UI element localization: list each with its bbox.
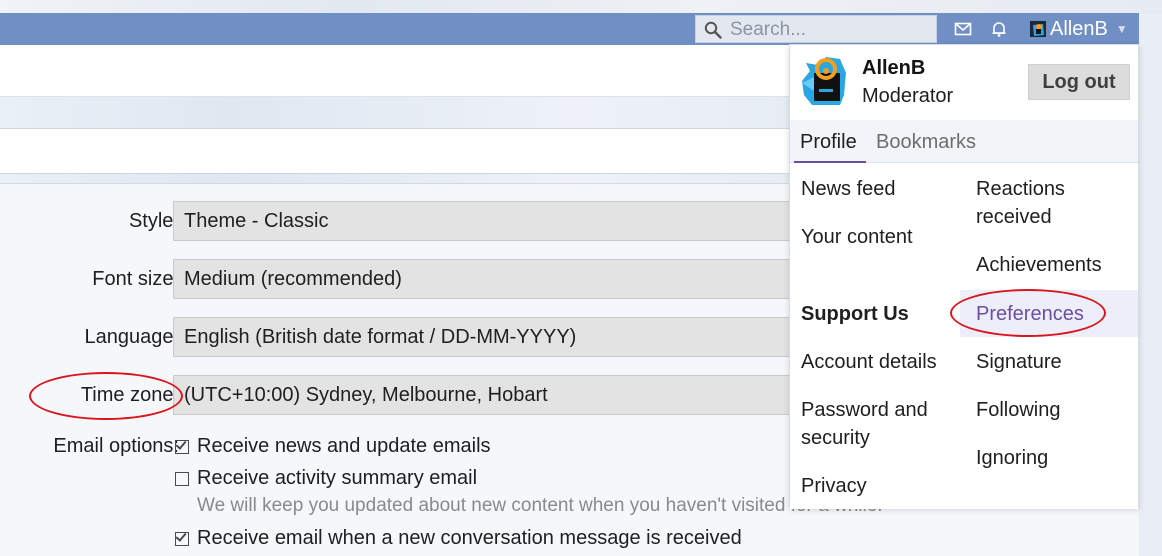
menu-user-name[interactable]: AllenB xyxy=(862,57,925,80)
menu-link-preferences[interactable]: Preferences xyxy=(976,300,1084,328)
tab-bookmarks[interactable]: Bookmarks xyxy=(876,120,976,163)
menu-links: News feed Your content Support Us Accoun… xyxy=(790,163,1138,509)
user-menu-toggle[interactable]: AllenB ▼ xyxy=(1030,13,1136,45)
menu-link-your-content[interactable]: Your content xyxy=(801,223,913,251)
menu-link-account-details[interactable]: Account details xyxy=(801,348,937,376)
menu-link-privacy[interactable]: Privacy xyxy=(801,472,867,500)
timezone-select[interactable]: (UTC+10:00) Sydney, Melbourne, Hobart xyxy=(173,375,813,415)
envelope-icon[interactable] xyxy=(954,20,972,38)
menu-link-ignoring[interactable]: Ignoring xyxy=(976,444,1048,472)
menu-link-line: received xyxy=(976,206,1052,228)
menu-link-following[interactable]: Following xyxy=(976,396,1060,424)
menu-tabs: Profile Bookmarks xyxy=(790,120,1138,163)
avatar xyxy=(1030,21,1046,37)
chevron-down-icon: ▼ xyxy=(1115,22,1128,36)
top-navbar: AllenB ▼ xyxy=(0,13,1139,45)
menu-link-support-us[interactable]: Support Us xyxy=(801,300,909,328)
bell-icon[interactable] xyxy=(990,20,1008,38)
search-icon[interactable] xyxy=(704,21,722,39)
style-label: Style: xyxy=(128,210,179,232)
tab-profile[interactable]: Profile xyxy=(794,120,866,163)
search-box[interactable] xyxy=(695,15,937,43)
menu-link-reactions-received[interactable]: Reactions received xyxy=(976,175,1065,231)
menu-link-line: Reactions xyxy=(976,178,1065,200)
language-label: Language: xyxy=(84,326,179,348)
menu-header: AllenB Moderator Log out xyxy=(790,45,1138,120)
menu-link-signature[interactable]: Signature xyxy=(976,348,1062,376)
search-input[interactable] xyxy=(730,19,930,41)
nav-user-name: AllenB xyxy=(1050,17,1108,40)
menu-link-line: security xyxy=(801,427,870,449)
user-dropdown-menu: AllenB Moderator Log out Profile Bookmar… xyxy=(789,44,1139,509)
logout-button[interactable]: Log out xyxy=(1028,64,1130,100)
email-option-label: Receive email when a new conversation me… xyxy=(197,527,742,549)
page-background-strip xyxy=(0,0,1162,14)
checkbox-checked[interactable] xyxy=(175,529,189,546)
email-option-label: Receive activity summary email xyxy=(197,467,478,489)
checkbox-checked[interactable] xyxy=(175,437,189,454)
menu-link-news-feed[interactable]: News feed xyxy=(801,175,896,203)
email-option-label: Receive news and update emails xyxy=(197,435,491,457)
email-option-news[interactable]: Receive news and update emails xyxy=(175,435,491,458)
font-size-select[interactable]: Medium (recommended) xyxy=(173,259,813,299)
menu-link-line: Password and xyxy=(801,399,928,421)
menu-link-password-security[interactable]: Password and security xyxy=(801,396,928,452)
checkbox-unchecked[interactable] xyxy=(175,471,189,486)
language-select[interactable]: English (British date format / DD-MM-YYY… xyxy=(173,317,813,357)
menu-user-role: Moderator xyxy=(862,85,954,107)
style-select[interactable]: Theme - Classic xyxy=(173,201,813,241)
menu-link-achievements[interactable]: Achievements xyxy=(976,251,1102,279)
email-option-conversation[interactable]: Receive email when a new conversation me… xyxy=(175,527,742,550)
avatar xyxy=(802,57,846,105)
email-options-label: Email options: xyxy=(53,435,179,457)
email-option-activity-summary[interactable]: Receive activity summary email xyxy=(175,467,477,490)
activity-summary-hint: We will keep you updated about new conte… xyxy=(197,495,883,516)
font-size-label: Font size: xyxy=(92,268,179,290)
timezone-label: Time zone: xyxy=(80,384,179,406)
